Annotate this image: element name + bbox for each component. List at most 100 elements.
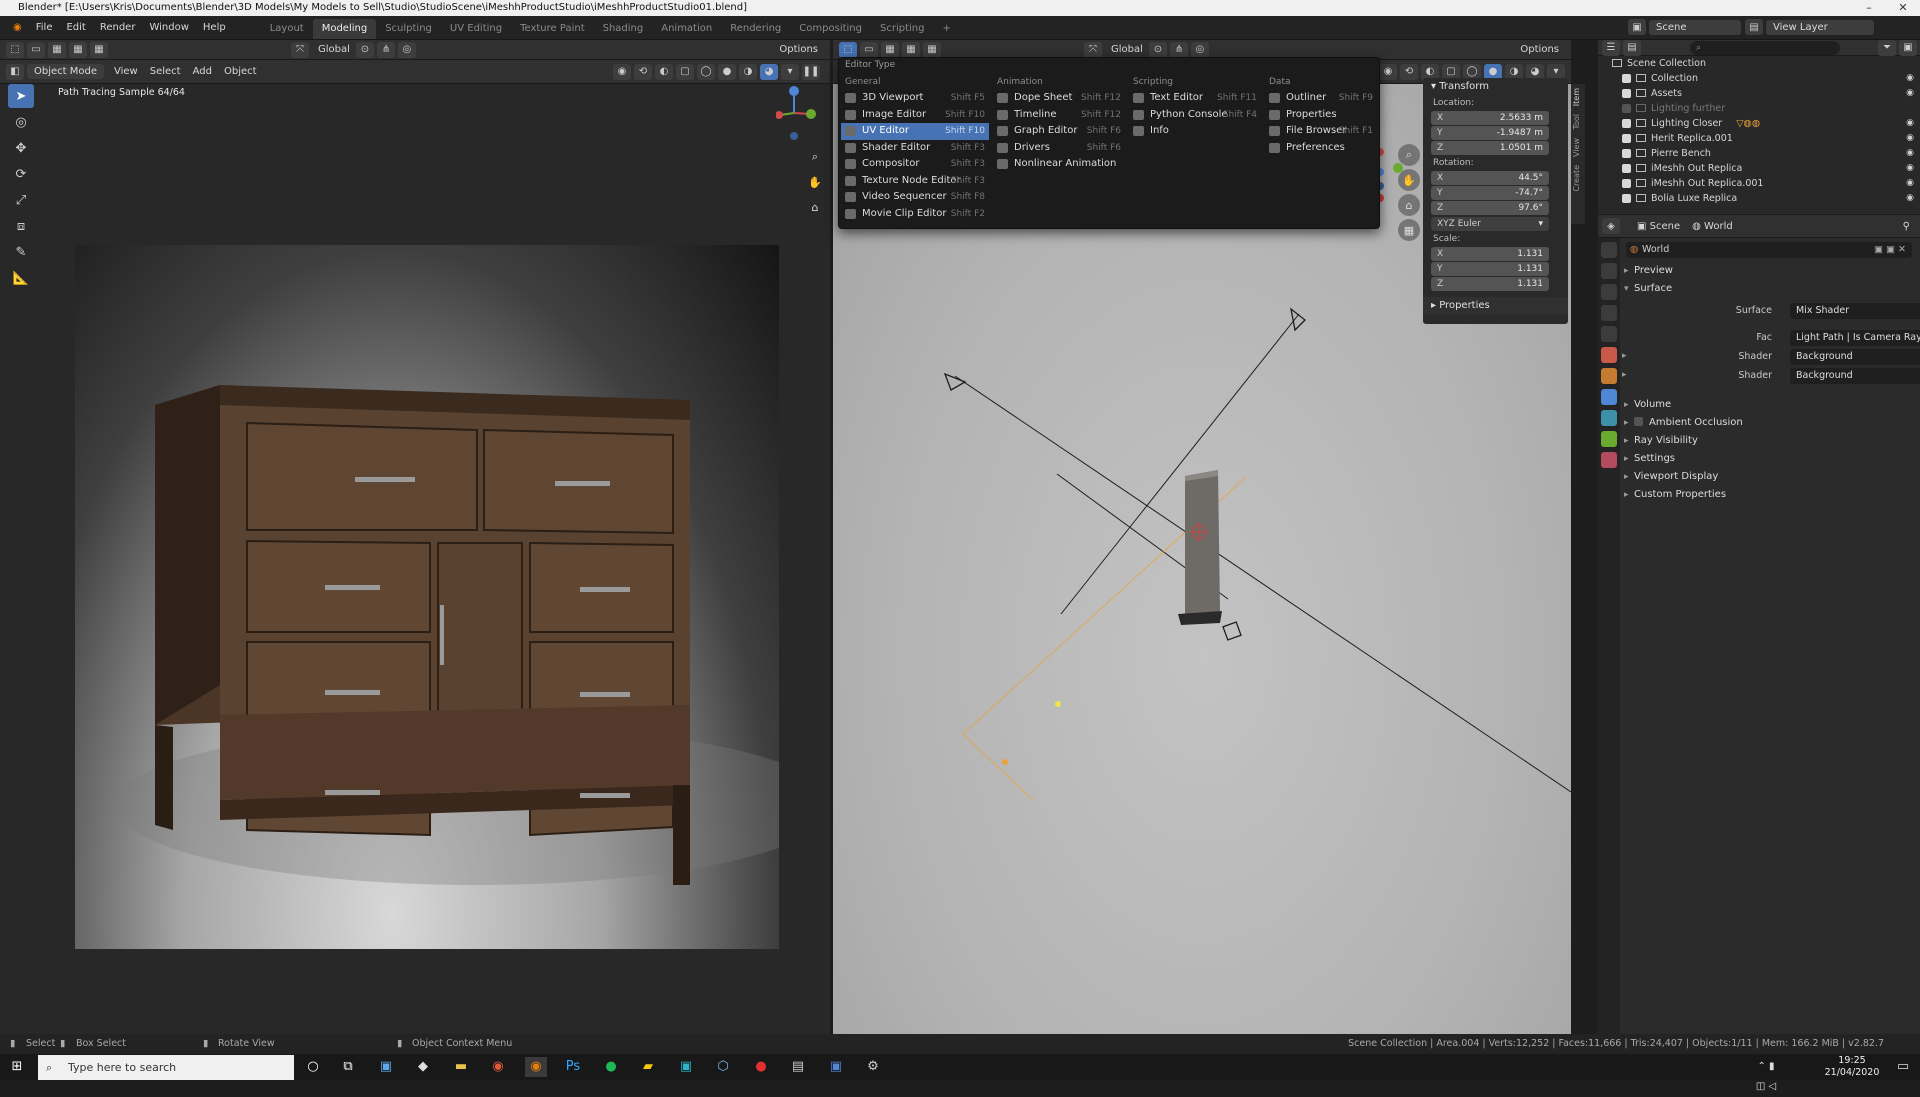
menu-item-text-editor[interactable]: Text Editor Shift F11 [1129, 90, 1261, 107]
checkbox-icon[interactable] [1622, 179, 1631, 188]
sidebar-tab-view[interactable]: View [1571, 134, 1582, 161]
notifications-icon[interactable]: ▭ [1892, 1057, 1914, 1077]
checkbox-icon[interactable] [1622, 89, 1631, 98]
menu-item-drivers[interactable]: Drivers Shift F6 [993, 140, 1125, 157]
location-z-field[interactable]: Z 1.0501 m [1431, 141, 1549, 155]
select-mode-icon[interactable]: ▭ [27, 41, 45, 58]
task-view-icon[interactable]: ⧉ [337, 1057, 359, 1077]
world-tab-icon[interactable] [1601, 347, 1617, 363]
pan-hand-icon[interactable]: ✋ [804, 171, 826, 193]
outliner-root[interactable]: Scene Collection [1598, 56, 1920, 71]
render-tab-icon[interactable] [1601, 263, 1617, 279]
snap-icon[interactable]: ⋔ [376, 41, 395, 58]
shading-wire-icon[interactable]: ◯ [697, 63, 715, 80]
expand-icon[interactable]: ▸ [1622, 351, 1627, 361]
world-actions-icon[interactable]: ▣ ▣ ✕ [1874, 242, 1906, 258]
right-pan-hand-icon[interactable]: ✋ [1398, 169, 1420, 191]
app-icon-6[interactable]: ▤ [787, 1057, 809, 1077]
rotation-x-field[interactable]: X 44.5° [1431, 171, 1549, 185]
breadcrumb-scene[interactable]: ▣ Scene [1631, 221, 1686, 232]
overlay-icon[interactable]: ◐ [655, 63, 673, 80]
menu-item-dope-sheet[interactable]: Dope Sheet Shift F12 [993, 90, 1125, 107]
section-ambient-occlusion[interactable]: Ambient Occlusion [1620, 414, 1920, 432]
shading-solid-icon[interactable]: ● [718, 63, 736, 80]
tool-tab-icon[interactable] [1601, 242, 1617, 258]
transform-orientation-left[interactable]: Global [312, 44, 356, 55]
app-icon-3[interactable]: ▣ [675, 1057, 697, 1077]
texture-tab-icon[interactable] [1601, 452, 1617, 468]
world-selector[interactable]: ◍ World ▣ ▣ ✕ [1626, 242, 1912, 258]
section-surface[interactable]: Surface [1620, 280, 1920, 298]
menu-item-graph-editor[interactable]: Graph Editor Shift F6 [993, 123, 1125, 140]
app-icon-5[interactable]: ● [750, 1057, 772, 1077]
shading-options-icon[interactable]: ▾ [781, 63, 799, 80]
taskbar-clock[interactable]: 19:25 21/04/2020 [1822, 1055, 1882, 1079]
editor-type-icon[interactable]: ⬚ [6, 41, 24, 58]
select-new-icon[interactable]: ▦ [48, 41, 66, 58]
object-mode-dropdown[interactable]: Object Mode [27, 64, 104, 79]
options-right[interactable]: Options [1514, 44, 1565, 55]
eye-icon[interactable]: ◉ [1906, 86, 1914, 101]
menu-item-python-console[interactable]: Python Console Shift F4 [1129, 107, 1261, 124]
display-mode-icon[interactable]: ▤ [1623, 39, 1641, 56]
sidebar-tab-item[interactable]: Item [1571, 84, 1582, 110]
scene-selector[interactable]: Scene [1649, 19, 1741, 35]
section-volume[interactable]: Volume [1620, 396, 1920, 414]
eye-icon[interactable]: ◉ [1906, 161, 1914, 176]
section-custom-properties[interactable]: Custom Properties [1620, 486, 1920, 504]
menu-item-info[interactable]: Info [1129, 123, 1261, 140]
annotate-tool-icon[interactable]: ✎ [8, 240, 34, 264]
tray-icons[interactable]: ⌃ ▮ ◫ ◁ [1755, 1057, 1777, 1092]
options-left[interactable]: Options [773, 44, 824, 55]
sidebar-tab-tool[interactable]: Tool [1571, 110, 1582, 134]
minimize-icon[interactable]: – [1852, 0, 1886, 16]
xray-icon[interactable]: ▢ [676, 63, 694, 80]
shading-material-icon[interactable]: ◑ [739, 63, 757, 80]
file-explorer-icon[interactable]: ▬ [450, 1057, 472, 1077]
close-icon[interactable]: ✕ [1886, 0, 1920, 16]
workspace-tab-modeling[interactable]: Modeling [312, 18, 377, 39]
outliner-row[interactable]: Bolia Luxe Replica ◉ [1598, 191, 1920, 206]
workspace-tab-compositing[interactable]: Compositing [790, 19, 871, 39]
pivot-icon[interactable]: ⊙ [355, 41, 374, 58]
fac-input-dropdown[interactable]: Light Path | Is Camera Ray [1790, 330, 1920, 346]
location-x-field[interactable]: X 2.5633 m [1431, 111, 1549, 125]
outliner-row[interactable]: iMeshh Out Replica.001 ◉ [1598, 176, 1920, 191]
menu-object[interactable]: Object [218, 66, 263, 77]
sidebar-tab-create[interactable]: Create [1571, 161, 1582, 196]
pause-render-icon[interactable]: ❚❚ [802, 63, 820, 80]
outliner-editor-icon[interactable]: ☰ [1602, 39, 1620, 56]
right-zoom-icon[interactable]: ⌕ [1398, 144, 1420, 166]
select-subtract-icon[interactable]: ▦ [90, 41, 108, 58]
menu-view[interactable]: View [108, 66, 144, 77]
photoshop-icon[interactable]: Ps [562, 1057, 584, 1077]
menu-help[interactable]: Help [196, 16, 233, 40]
right-grid-icon[interactable]: ▦ [1398, 219, 1420, 241]
outliner-row[interactable]: Lighting further [1598, 101, 1920, 116]
camera-view-icon[interactable]: ⌂ [804, 196, 826, 218]
outliner-row[interactable]: Collection ◉ [1598, 71, 1920, 86]
rotate-tool-icon[interactable]: ⟳ [8, 162, 34, 186]
physics-tab-icon[interactable] [1601, 410, 1617, 426]
right-gizmo-icon[interactable]: ⟲ [1400, 63, 1418, 80]
outliner-row[interactable]: Herit Replica.001 ◉ [1598, 131, 1920, 146]
menu-item-nonlinear-animation[interactable]: Nonlinear Animation [993, 156, 1125, 173]
properties-editor-icon[interactable]: ◈ [1602, 218, 1620, 234]
checkbox-icon[interactable] [1622, 104, 1631, 113]
app-icon-4[interactable]: ⬡ [712, 1057, 734, 1077]
blender-logo-icon[interactable]: ◉ [6, 16, 29, 40]
expand-icon[interactable]: ▸ [1622, 370, 1627, 380]
app-icon-8[interactable]: ⚙ [862, 1057, 884, 1077]
menu-item-uv-editor[interactable]: UV Editor Shift F10 [841, 123, 989, 140]
viewport-editor-icon[interactable]: ◧ [6, 63, 24, 80]
surface-shader-dropdown[interactable]: Mix Shader [1790, 303, 1920, 319]
right-visibility-icon[interactable]: ◉ [1379, 63, 1397, 80]
shader-2-dropdown[interactable]: Background [1790, 368, 1920, 384]
menu-item-image-editor[interactable]: Image Editor Shift F10 [841, 107, 989, 124]
right-select-subtract-icon[interactable]: ▦ [923, 41, 941, 58]
menu-add[interactable]: Add [187, 66, 218, 77]
eye-icon[interactable]: ◉ [1906, 131, 1914, 146]
menu-item-timeline[interactable]: Timeline Shift F12 [993, 107, 1125, 124]
right-camera-view-icon[interactable]: ⌂ [1398, 194, 1420, 216]
spotify-icon[interactable]: ● [600, 1057, 622, 1077]
